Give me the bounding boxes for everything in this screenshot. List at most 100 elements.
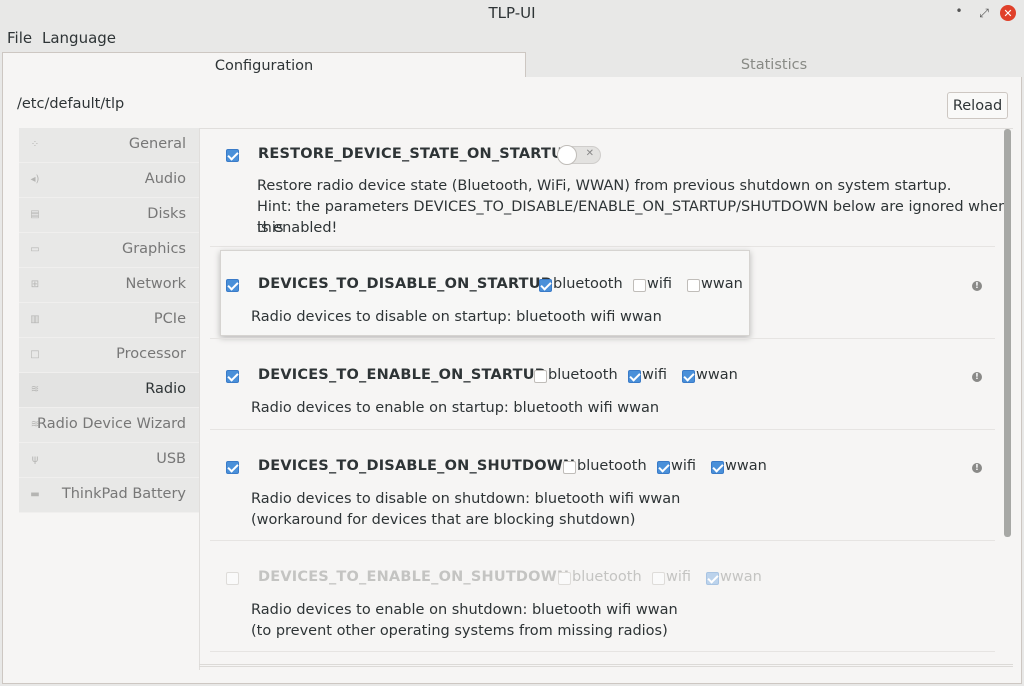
sidebar-item-graphics[interactable]: ▭ Graphics <box>19 233 199 268</box>
enable-startup-wwan-checkbox[interactable] <box>682 370 695 383</box>
setting-description: Restore radio device state (Bluetooth, W… <box>257 178 952 194</box>
info-icon[interactable]: ! <box>972 281 982 291</box>
separator <box>210 246 995 247</box>
menu-language[interactable]: Language <box>42 29 116 47</box>
switch-knob <box>557 145 577 165</box>
setting-name: DEVICES_TO_ENABLE_ON_SHUTDOWN <box>258 569 570 585</box>
separator <box>210 429 995 430</box>
setting-description: Radio devices to disable on shutdown: bl… <box>251 491 681 507</box>
sidebar-item-label: Radio <box>145 381 186 397</box>
audio-icon: ◂) <box>30 174 40 185</box>
usb-icon: ψ <box>31 454 39 465</box>
pcie-icon: ▥ <box>30 314 40 325</box>
separator <box>210 338 995 339</box>
disable-startup-checkbox[interactable] <box>226 279 239 292</box>
info-icon[interactable]: ! <box>972 463 982 473</box>
enable-startup-bluetooth-checkbox[interactable] <box>534 370 547 383</box>
tab-bar: Configuration Statistics <box>0 52 1024 78</box>
enable-startup-wifi-checkbox[interactable] <box>628 370 641 383</box>
radio-icon: ≋ <box>30 384 40 395</box>
enable-shutdown-wwan-checkbox[interactable] <box>706 572 719 585</box>
battery-icon: ▬ <box>30 489 40 500</box>
sidebar-item-audio[interactable]: ◂) Audio <box>19 163 199 198</box>
close-button[interactable]: ✕ <box>998 3 1018 23</box>
title-bar: TLP-UI • ⤢ ✕ <box>0 0 1024 26</box>
disable-shutdown-checkbox[interactable] <box>226 461 239 474</box>
sidebar-item-label: USB <box>156 451 186 467</box>
maximize-icon: ⤢ <box>979 5 989 20</box>
option-label: bluetooth <box>572 569 642 585</box>
setting-name: DEVICES_TO_ENABLE_ON_STARTUP <box>258 367 546 383</box>
option-label: wifi <box>671 458 697 474</box>
setting-description: Radio devices to disable on startup: blu… <box>251 309 662 325</box>
sidebar-item-label: Disks <box>147 206 186 222</box>
tab-configuration[interactable]: Configuration <box>2 52 526 78</box>
option-label: wwan <box>720 569 762 585</box>
config-path: /etc/default/tlp <box>17 96 125 112</box>
restore-device-state-switch[interactable]: ✕ <box>557 145 601 165</box>
sidebar-item-radio-device-wizard[interactable]: ≋ Radio Device Wizard <box>19 408 199 443</box>
minimize-button[interactable]: • <box>949 1 969 21</box>
minimize-icon: • <box>955 4 963 18</box>
window-title: TLP-UI <box>488 4 536 22</box>
setting-hint-cont: is enabled! <box>257 220 338 236</box>
sidebar-item-label: PCIe <box>153 311 186 327</box>
setting-name: DEVICES_TO_DISABLE_ON_SHUTDOWN <box>258 458 576 474</box>
disks-icon: ▤ <box>30 209 40 220</box>
sidebar-item-general[interactable]: ⁘ General <box>19 128 199 163</box>
sidebar-item-label: Audio <box>144 171 186 187</box>
tab-statistics[interactable]: Statistics <box>526 52 1022 78</box>
enable-shutdown-wifi-checkbox[interactable] <box>652 572 665 585</box>
option-label: bluetooth <box>553 276 623 292</box>
processor-icon: □ <box>30 349 40 360</box>
disable-shutdown-wifi-checkbox[interactable] <box>657 461 670 474</box>
disable-startup-wwan-checkbox[interactable] <box>687 279 700 292</box>
switch-off-icon: ✕ <box>585 148 594 159</box>
option-label: wwan <box>696 367 738 383</box>
sidebar-item-thinkpad-battery[interactable]: ▬ ThinkPad Battery <box>19 478 199 513</box>
info-icon[interactable]: ! <box>972 372 982 382</box>
maximize-button[interactable]: ⤢ <box>974 3 994 23</box>
disable-shutdown-bluetooth-checkbox[interactable] <box>563 461 576 474</box>
sidebar: ⁘ General ◂) Audio ▤ Disks ▭ Graphics ⊞ … <box>19 128 199 513</box>
sidebar-item-label: Processor <box>116 346 186 362</box>
scrollbar[interactable] <box>1004 129 1011 537</box>
disable-startup-wifi-checkbox[interactable] <box>633 279 646 292</box>
enable-shutdown-checkbox[interactable] <box>226 572 239 585</box>
setting-hint: Hint: the parameters DEVICES_TO_DISABLE/… <box>257 199 1008 236</box>
separator <box>210 651 995 652</box>
setting-name: DEVICES_TO_DISABLE_ON_STARTUP <box>258 276 552 292</box>
sidebar-item-label: General <box>128 136 186 152</box>
configuration-pane: /etc/default/tlp Reload ⁘ General ◂) Aud… <box>2 77 1022 684</box>
sidebar-item-processor[interactable]: □ Processor <box>19 338 199 373</box>
sidebar-item-radio[interactable]: ≋ Radio <box>19 373 199 408</box>
option-label: wifi <box>647 276 673 292</box>
disable-shutdown-wwan-checkbox[interactable] <box>711 461 724 474</box>
reload-button[interactable]: Reload <box>947 92 1008 119</box>
sidebar-item-usb[interactable]: ψ USB <box>19 443 199 478</box>
setting-description: Radio devices to enable on shutdown: blu… <box>251 602 678 618</box>
option-label: wifi <box>642 367 668 383</box>
setting-description: Radio devices to enable on startup: blue… <box>251 400 660 416</box>
sidebar-item-label: Radio Device Wizard <box>36 416 186 432</box>
close-icon: ✕ <box>1000 5 1016 21</box>
option-label: bluetooth <box>577 458 647 474</box>
sidebar-item-label: ThinkPad Battery <box>61 486 186 502</box>
sidebar-item-pcie[interactable]: ▥ PCIe <box>19 303 199 338</box>
general-icon: ⁘ <box>30 139 40 150</box>
panel-bottom-border <box>199 664 1013 667</box>
graphics-icon: ▭ <box>30 244 40 255</box>
setting-name: RESTORE_DEVICE_STATE_ON_STARTUP <box>258 146 574 162</box>
enable-startup-checkbox[interactable] <box>226 370 239 383</box>
disable-startup-bluetooth-checkbox[interactable] <box>539 279 552 292</box>
menu-bar: File Language <box>0 26 1024 50</box>
restore-device-state-checkbox[interactable] <box>226 149 239 162</box>
menu-file[interactable]: File <box>7 29 32 47</box>
sidebar-item-disks[interactable]: ▤ Disks <box>19 198 199 233</box>
option-label: wwan <box>725 458 767 474</box>
sidebar-item-label: Graphics <box>121 241 186 257</box>
setting-description-note: (workaround for devices that are blockin… <box>251 512 636 528</box>
network-icon: ⊞ <box>30 279 40 290</box>
sidebar-item-network[interactable]: ⊞ Network <box>19 268 199 303</box>
enable-shutdown-bluetooth-checkbox[interactable] <box>558 572 571 585</box>
